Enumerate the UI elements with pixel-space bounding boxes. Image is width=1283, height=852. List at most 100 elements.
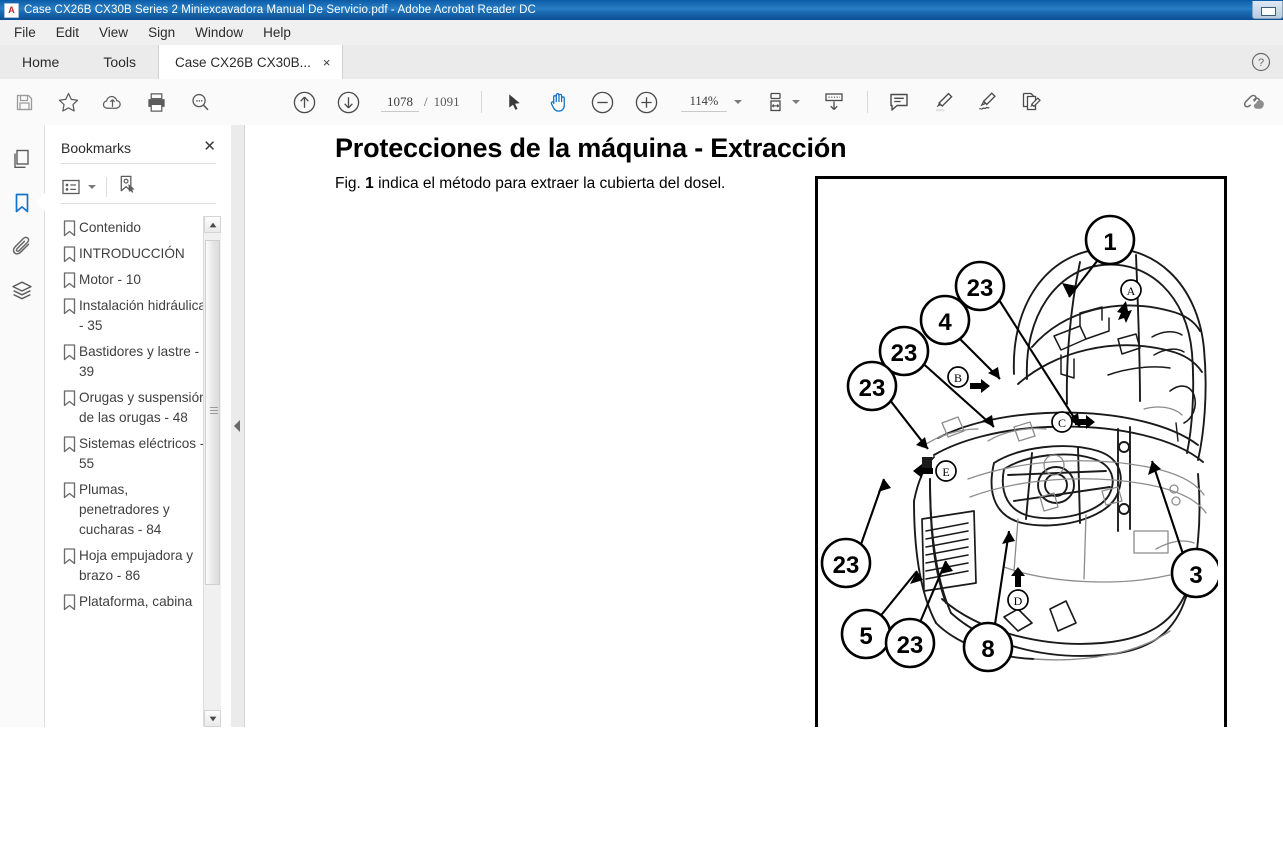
select-tool-button[interactable] xyxy=(500,88,528,116)
next-page-button[interactable] xyxy=(334,88,362,116)
collapse-panel-triangle-icon xyxy=(234,420,240,432)
list-item[interactable]: Motor - 10 xyxy=(59,267,215,293)
fill-and-sign-icon xyxy=(1022,92,1041,111)
zoom-in-button[interactable] xyxy=(632,88,660,116)
list-item[interactable]: Plataforma, cabina xyxy=(59,589,215,615)
svg-text:D: D xyxy=(1014,594,1023,608)
layers-icon xyxy=(12,281,32,300)
save-to-cloud-button[interactable] xyxy=(98,88,126,116)
page-total: / 1091 xyxy=(424,92,460,111)
bookmark-label: Contenido xyxy=(79,220,141,235)
minimize-icon xyxy=(1261,7,1276,16)
scrollbar-thumb[interactable] xyxy=(205,240,220,585)
menu-help[interactable]: Help xyxy=(253,22,301,43)
fit-page-icon xyxy=(770,92,781,112)
bookmark-list[interactable]: Contenido INTRODUCCIÓN Motor - 10 Instal… xyxy=(45,215,215,852)
highlighter-icon xyxy=(936,92,953,112)
list-item[interactable]: Plumas, penetradores y cucharas - 84 xyxy=(59,477,215,543)
save-button[interactable] xyxy=(10,88,38,116)
svg-text:E: E xyxy=(942,465,949,479)
svg-text:5: 5 xyxy=(859,623,872,650)
tab-document[interactable]: Case CX26B CX30B... × xyxy=(158,45,344,79)
list-item[interactable]: INTRODUCCIÓN xyxy=(59,241,215,267)
bookmark-label: Orugas y suspensión de las orugas - 48 xyxy=(79,390,207,425)
list-item[interactable]: Hoja empujadora y brazo - 86 xyxy=(59,543,215,589)
bookmark-options-button[interactable] xyxy=(61,177,96,197)
add-to-favorites-button[interactable] xyxy=(54,88,82,116)
bookmark-icon xyxy=(59,390,79,407)
bookmark-icon xyxy=(59,482,79,499)
rail-layers[interactable] xyxy=(8,277,36,305)
bookmark-icon xyxy=(59,436,79,453)
bookmark-label: Plumas, penetradores y cucharas - 84 xyxy=(79,482,170,537)
list-item[interactable]: Orugas y suspensión de las orugas - 48 xyxy=(59,385,215,431)
tab-tools[interactable]: Tools xyxy=(81,45,158,79)
fit-page-button[interactable] xyxy=(764,88,792,116)
zoom-dropdown-button[interactable] xyxy=(731,88,745,116)
svg-text:8: 8 xyxy=(981,636,994,663)
fit-page-dropdown-button[interactable] xyxy=(789,88,803,116)
menu-view[interactable]: View xyxy=(89,22,138,43)
sign-button[interactable] xyxy=(973,88,1001,116)
star-icon xyxy=(58,92,78,112)
tab-home[interactable]: Home xyxy=(0,45,81,79)
bookmarks-panel-title: Bookmarks xyxy=(61,140,132,156)
paragraph-text-after: indica el método para extraer la cubiert… xyxy=(373,175,726,192)
print-button[interactable] xyxy=(142,88,170,116)
highlight-button[interactable] xyxy=(929,88,957,116)
bookmark-label: Plataforma, cabina xyxy=(79,594,193,609)
share-button[interactable] xyxy=(1238,88,1266,116)
list-item[interactable]: Bastidores y lastre - 39 xyxy=(59,339,215,385)
menu-window[interactable]: Window xyxy=(185,22,253,43)
bookmark-label: Instalación hidráulica - 35 xyxy=(79,298,206,333)
menu-sign[interactable]: Sign xyxy=(138,22,185,43)
new-bookmark-button[interactable] xyxy=(117,174,138,200)
chevron-down-icon xyxy=(734,100,742,104)
list-item[interactable]: Contenido xyxy=(59,215,215,241)
rail-attachments[interactable] xyxy=(8,233,36,261)
main-toolbar: 1078 / 1091 114% xyxy=(0,79,1283,126)
rail-bookmarks[interactable] xyxy=(8,189,45,217)
minimize-button[interactable] xyxy=(1252,1,1283,19)
fill-and-sign-button[interactable] xyxy=(1017,88,1045,116)
svg-text:3: 3 xyxy=(1189,562,1202,589)
bookmark-icon xyxy=(59,548,79,565)
help-button[interactable]: ? xyxy=(1251,52,1271,72)
panel-collapse-handle[interactable] xyxy=(231,125,245,727)
previous-page-button[interactable] xyxy=(290,88,318,116)
svg-text:B: B xyxy=(954,371,962,385)
menu-file[interactable]: File xyxy=(4,22,46,43)
bookmark-label: INTRODUCCIÓN xyxy=(79,246,185,261)
chevron-down-icon xyxy=(88,185,96,189)
list-item[interactable]: Sistemas eléctricos - 55 xyxy=(59,431,215,477)
page-number-input[interactable]: 1078 xyxy=(381,92,419,112)
zoom-out-button[interactable] xyxy=(588,88,616,116)
document-view[interactable]: Protecciones de la máquina - Extracción … xyxy=(245,125,1283,727)
window-title: Case CX26B CX30B Series 2 Miniexcavadora… xyxy=(24,4,536,16)
close-icon[interactable]: ✕ xyxy=(203,139,216,154)
zoom-level-value[interactable]: 114% xyxy=(681,92,727,112)
menu-edit[interactable]: Edit xyxy=(46,22,89,43)
svg-text:23: 23 xyxy=(897,632,924,659)
rail-page-thumbnails[interactable] xyxy=(8,145,36,173)
bookmark-icon xyxy=(59,272,79,289)
window-controls xyxy=(1252,0,1283,20)
title-bar: A Case CX26B CX30B Series 2 Miniexcavado… xyxy=(0,0,1283,20)
panel-divider-bottom xyxy=(61,203,216,204)
svg-text:?: ? xyxy=(1258,57,1264,69)
bookmarks-scrollbar[interactable] xyxy=(203,216,221,727)
hand-tool-button[interactable] xyxy=(544,88,572,116)
scroll-down-button[interactable] xyxy=(204,710,221,727)
comment-button[interactable] xyxy=(885,88,913,116)
scroll-up-button[interactable] xyxy=(204,216,221,233)
read-mode-button[interactable] xyxy=(820,88,848,116)
bookmark-label: Sistemas eléctricos - 55 xyxy=(79,436,205,471)
bookmark-icon xyxy=(59,220,79,237)
svg-text:23: 23 xyxy=(859,375,886,402)
search-button[interactable] xyxy=(186,88,214,116)
list-item[interactable]: Instalación hidráulica - 35 xyxy=(59,293,215,339)
figure-reference-number: 1 xyxy=(365,175,374,192)
close-icon[interactable]: × xyxy=(323,56,331,69)
canopy-removal-technical-diagram: 1 23 4 23 23 23 5 23 8 3 A B C D E xyxy=(815,176,1227,727)
read-mode-icon xyxy=(825,93,843,111)
